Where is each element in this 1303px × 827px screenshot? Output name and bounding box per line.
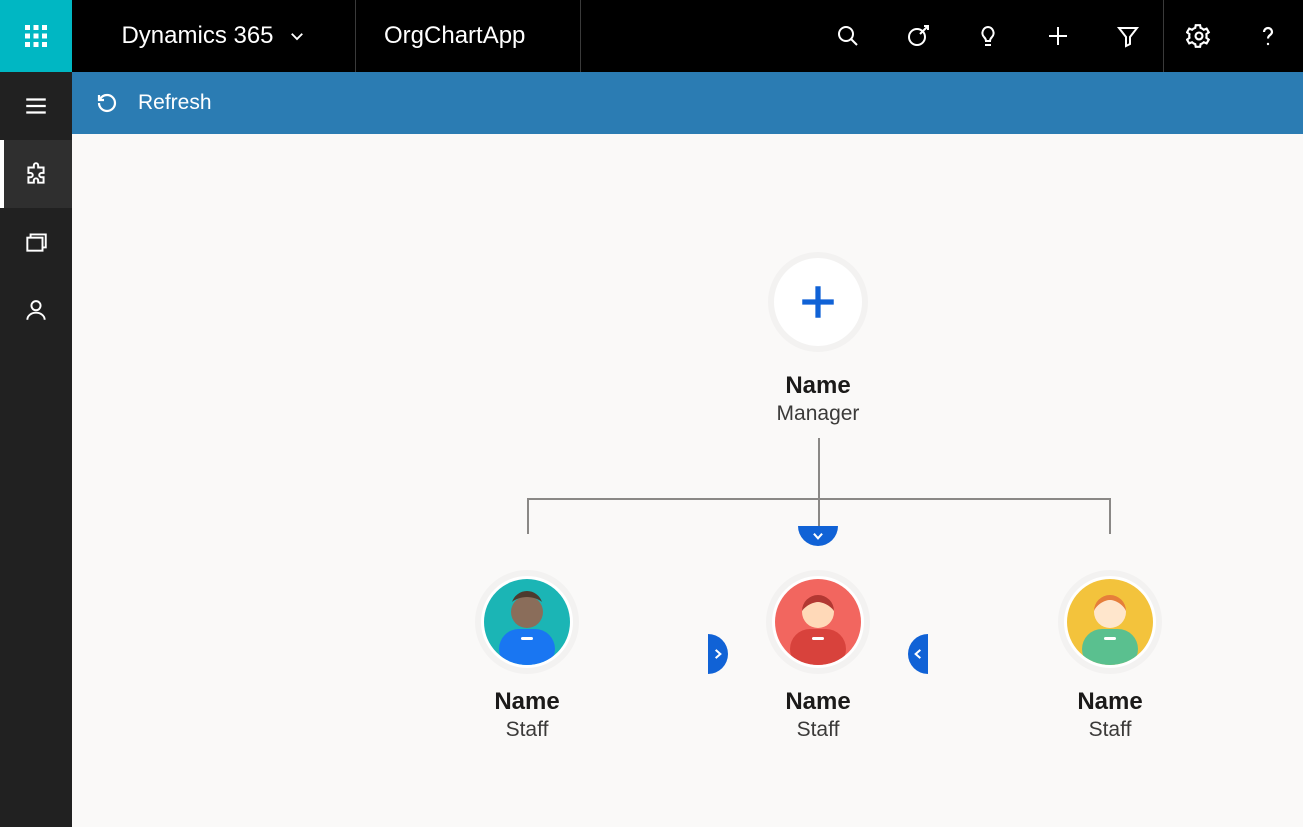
orgchart-child-node[interactable]: Name Staff [766,570,870,742]
orgchart-child-node[interactable]: Name Staff [1058,570,1162,742]
command-bar: Refresh [72,72,1303,134]
node-role: Staff [475,718,579,742]
main-area: Refresh Name Manager [72,72,1303,827]
waffle-icon [24,24,48,48]
refresh-button[interactable] [94,90,120,116]
puzzle-icon [23,161,49,187]
connector-line [527,498,529,534]
settings-button[interactable] [1163,0,1233,72]
avatar [484,579,570,665]
task-button[interactable] [883,0,953,72]
funnel-icon [1116,24,1140,48]
node-name: Name [768,372,868,400]
nav-custom-button[interactable] [0,140,72,208]
chevron-down-icon [288,27,306,45]
search-button[interactable] [813,0,883,72]
stack-icon [23,229,49,255]
left-nav [0,72,72,827]
hamburger-icon [23,93,49,119]
plus-icon [1046,24,1070,48]
avatar-ring [1058,570,1162,674]
nav-hamburger-button[interactable] [0,72,72,140]
avatar-ring [766,570,870,674]
question-icon [1256,24,1280,48]
avatar-svg [775,579,861,665]
add-root-avatar[interactable] [768,252,868,352]
node-role: Manager [768,402,868,426]
brand-switcher[interactable]: Dynamics 365 [72,0,356,72]
refresh-label[interactable]: Refresh [138,91,212,115]
nav-person-button[interactable] [0,276,72,344]
refresh-icon [95,91,119,115]
add-right-handle[interactable] [908,634,928,674]
chevron-left-icon [911,645,925,663]
global-header: Dynamics 365 OrgChartApp [0,0,1303,72]
lightbulb-icon [976,24,1000,48]
app-name: OrgChartApp [356,0,581,72]
filter-button[interactable] [1093,0,1163,72]
app-launcher-button[interactable] [0,0,72,72]
avatar [775,579,861,665]
search-icon [836,24,860,48]
node-name: Name [475,688,579,716]
brand-label: Dynamics 365 [121,22,273,50]
person-icon [23,297,49,323]
target-icon [906,24,930,48]
connector-line [818,438,820,498]
orgchart-root-node[interactable]: Name Manager [768,252,868,426]
app-name-label: OrgChartApp [384,22,525,50]
plus-icon [797,281,839,323]
avatar [1067,579,1153,665]
orgchart-canvas: Name Manager [72,134,1303,827]
expand-down-handle[interactable] [798,526,838,546]
nav-recent-button[interactable] [0,208,72,276]
avatar-ring [475,570,579,674]
node-name: Name [1058,688,1162,716]
gear-icon [1186,23,1212,49]
help-button[interactable] [1233,0,1303,72]
node-name: Name [766,688,870,716]
node-role: Staff [1058,718,1162,742]
orgchart-child-node[interactable]: Name Staff [475,570,579,742]
connector-line [1109,498,1111,534]
chevron-down-icon [809,529,827,543]
header-spacer [581,0,813,72]
add-left-handle[interactable] [708,634,728,674]
avatar-svg [484,579,570,665]
node-role: Staff [766,718,870,742]
chevron-right-icon [711,645,725,663]
avatar-svg [1067,579,1153,665]
new-record-button[interactable] [1023,0,1093,72]
assistant-button[interactable] [953,0,1023,72]
